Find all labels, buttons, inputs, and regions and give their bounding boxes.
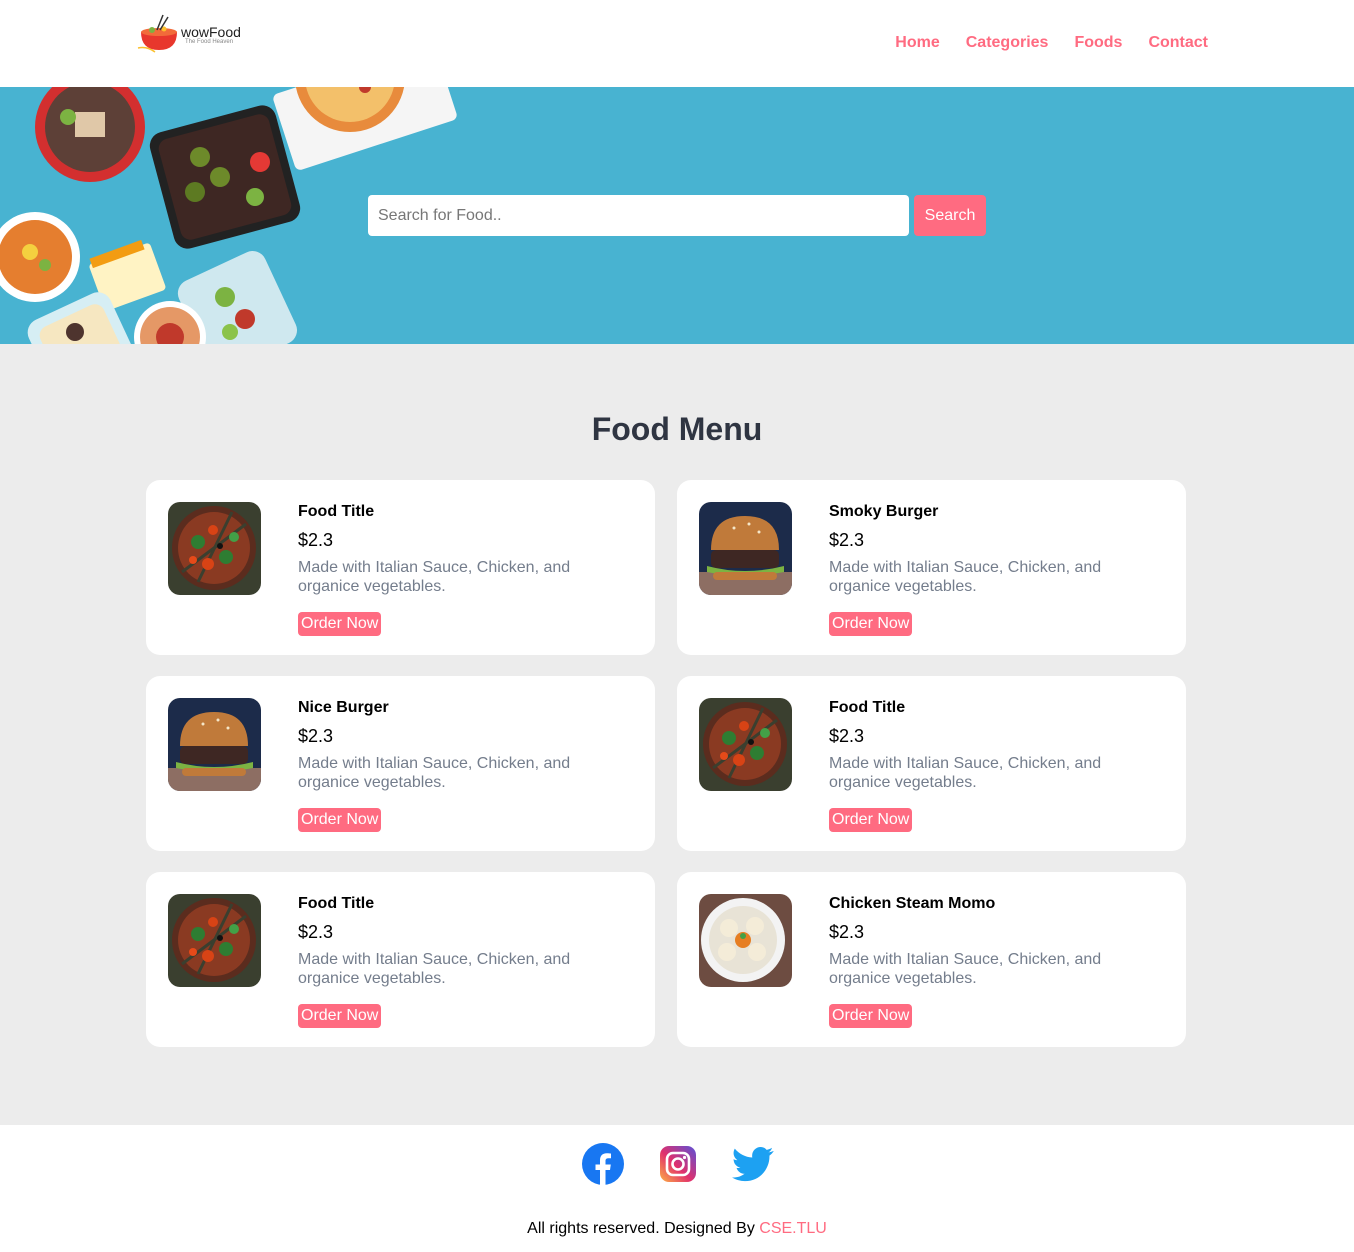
food-description: Made with Italian Sauce, Chicken, and or… [298, 559, 571, 595]
food-price: $2.3 [298, 726, 334, 746]
food-description: Made with Italian Sauce, Chicken, and or… [829, 951, 1102, 987]
food-price: $2.3 [829, 530, 865, 550]
food-card: Nice Burger $2.3 Made with Italian Sauce… [146, 676, 655, 851]
search-input[interactable] [368, 195, 909, 236]
food-description: Made with Italian Sauce, Chicken, and or… [298, 951, 571, 987]
food-card: Food Title $2.3 Made with Italian Sauce,… [677, 676, 1186, 851]
nav-categories[interactable]: Categories [966, 34, 1049, 52]
food-price: $2.3 [298, 530, 334, 550]
food-price: $2.3 [298, 922, 334, 942]
order-now-button[interactable]: Order Now [829, 612, 913, 636]
food-title: Nice Burger [298, 699, 389, 716]
facebook-icon[interactable] [582, 1143, 624, 1185]
nav-foods[interactable]: Foods [1074, 34, 1122, 52]
food-card: Chicken Steam Momo $2.3 Made with Italia… [677, 872, 1186, 1047]
food-image [699, 698, 792, 791]
menu-title: Food Menu [591, 411, 763, 447]
brand-tagline: The Food Heaven [185, 39, 234, 45]
food-title: Chicken Steam Momo [829, 895, 996, 912]
search-button[interactable]: Search [914, 195, 986, 236]
food-image [168, 894, 261, 987]
food-card: Smoky Burger $2.3 Made with Italian Sauc… [677, 480, 1186, 655]
food-price: $2.3 [829, 922, 865, 942]
order-now-button[interactable]: Order Now [298, 1004, 382, 1028]
order-now-button[interactable]: Order Now [298, 612, 382, 636]
food-image [168, 698, 261, 791]
main-nav: Home Categories Foods Contact [895, 34, 1208, 52]
food-image [699, 502, 792, 595]
food-card: Food Title $2.3 Made with Italian Sauce,… [146, 480, 655, 655]
food-description: Made with Italian Sauce, Chicken, and or… [298, 755, 571, 791]
instagram-icon[interactable] [657, 1143, 699, 1185]
food-image [699, 894, 792, 987]
copyright: All rights reserved. Designed By CSE.TLU [0, 1220, 1354, 1238]
order-now-button[interactable]: Order Now [829, 808, 913, 832]
food-card: Food Title $2.3 Made with Italian Sauce,… [146, 872, 655, 1047]
food-title: Food Title [829, 699, 906, 716]
designer-link[interactable]: CSE.TLU [759, 1220, 827, 1237]
food-title: Food Title [298, 895, 375, 912]
logo[interactable]: wowFood The Food Heaven [137, 12, 247, 54]
nav-contact[interactable]: Contact [1148, 34, 1208, 52]
brand-name: wowFood [181, 24, 241, 40]
food-title: Food Title [298, 503, 375, 520]
food-description: Made with Italian Sauce, Chicken, and or… [829, 755, 1102, 791]
twitter-icon[interactable] [731, 1143, 774, 1185]
navbar: wowFood The Food Heaven Home Categories … [0, 0, 1354, 87]
order-now-button[interactable]: Order Now [829, 1004, 913, 1028]
nav-home[interactable]: Home [895, 34, 939, 52]
food-price: $2.3 [829, 726, 865, 746]
copyright-text: All rights reserved. Designed By [527, 1220, 755, 1237]
order-now-button[interactable]: Order Now [298, 808, 382, 832]
food-description: Made with Italian Sauce, Chicken, and or… [829, 559, 1102, 595]
food-bowl-logo-icon [137, 14, 177, 53]
food-image [168, 502, 261, 595]
footer: All rights reserved. Designed By CSE.TLU [0, 1125, 1354, 1252]
food-search-hero: Search [0, 87, 1354, 344]
food-title: Smoky Burger [829, 503, 939, 520]
